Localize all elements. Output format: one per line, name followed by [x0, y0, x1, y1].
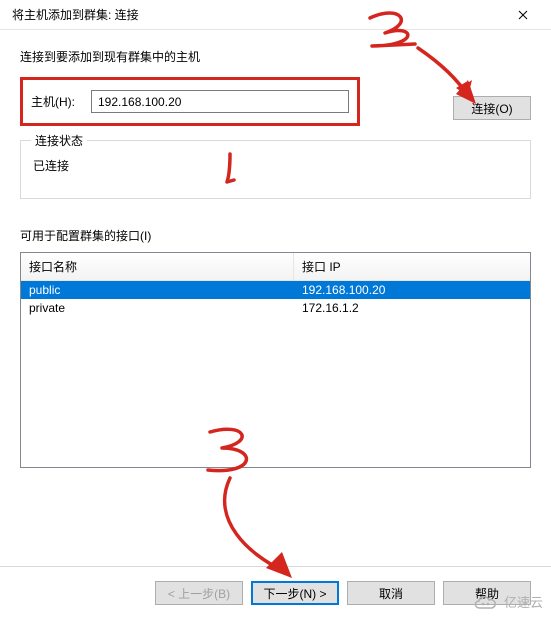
connect-button[interactable]: 连接(O)	[453, 96, 531, 120]
row-ip: 192.168.100.20	[294, 281, 530, 299]
watermark: 亿速云	[472, 592, 543, 611]
back-button: < 上一步(B)	[155, 581, 243, 605]
watermark-text: 亿速云	[504, 592, 543, 611]
next-button[interactable]: 下一步(N) >	[251, 581, 339, 605]
column-name[interactable]: 接口名称	[21, 253, 294, 280]
interfaces-label: 可用于配置群集的接口(I)	[20, 227, 531, 244]
column-ip[interactable]: 接口 IP	[294, 253, 530, 280]
cloud-icon	[472, 593, 500, 611]
interfaces-list[interactable]: 接口名称 接口 IP public 192.168.100.20 private…	[20, 252, 531, 468]
host-label: 主机(H):	[31, 93, 81, 110]
status-text: 已连接	[33, 157, 518, 174]
status-legend: 连接状态	[31, 132, 87, 149]
list-row[interactable]: private 172.16.1.2	[21, 299, 530, 317]
close-button[interactable]	[503, 1, 543, 29]
host-row: 主机(H):	[20, 77, 360, 126]
wizard-footer: < 上一步(B) 下一步(N) > 取消 帮助	[0, 566, 551, 605]
connection-status-group: 连接状态 已连接	[20, 140, 531, 199]
close-icon	[518, 10, 528, 20]
list-header[interactable]: 接口名称 接口 IP	[21, 253, 530, 281]
row-name: public	[21, 281, 294, 299]
list-body[interactable]: public 192.168.100.20 private 172.16.1.2	[21, 281, 530, 467]
row-name: private	[21, 299, 294, 317]
window-title: 将主机添加到群集: 连接	[12, 6, 139, 23]
cancel-button[interactable]: 取消	[347, 581, 435, 605]
instruction-text: 连接到要添加到现有群集中的主机	[20, 48, 531, 65]
host-input[interactable]	[91, 90, 349, 113]
list-row[interactable]: public 192.168.100.20	[21, 281, 530, 299]
row-ip: 172.16.1.2	[294, 299, 530, 317]
